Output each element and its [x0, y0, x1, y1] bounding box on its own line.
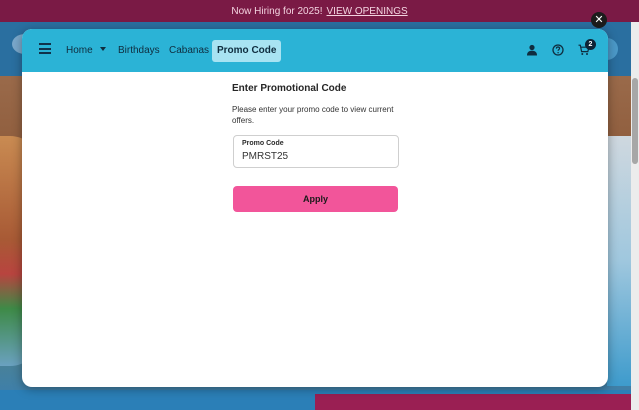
promo-code-value[interactable]: PMRST25: [242, 151, 288, 162]
scrollbar-thumb[interactable]: [632, 78, 638, 164]
nav-item-promo-code[interactable]: Promo Code: [212, 40, 282, 62]
announcement-text: Now Hiring for 2025!: [231, 5, 323, 17]
nav-item-birthdays[interactable]: Birthdays: [118, 41, 160, 60]
promo-code-input[interactable]: Promo Code PMRST25: [233, 135, 399, 168]
promo-title: Enter Promotional Code: [232, 83, 347, 94]
cart-count-badge: 2: [585, 39, 596, 50]
chevron-down-icon: [99, 47, 106, 52]
promo-description: Please enter your promo code to view cur…: [232, 105, 394, 125]
page-scrollbar[interactable]: [631, 22, 639, 410]
background-pink-block: [315, 394, 639, 410]
announcement-bar: Now Hiring for 2025! VIEW OPENINGS: [0, 0, 639, 22]
promo-modal: Home Birthdays Cabanas Promo Code 2 Ente…: [22, 29, 608, 387]
menu-icon[interactable]: [39, 43, 51, 54]
user-icon[interactable]: [526, 44, 538, 56]
nav-item-home[interactable]: Home: [66, 41, 106, 60]
help-icon[interactable]: [552, 44, 564, 56]
view-openings-link[interactable]: VIEW OPENINGS: [327, 6, 408, 17]
close-icon[interactable]: ✕: [591, 12, 607, 28]
modal-nav-bar: Home Birthdays Cabanas Promo Code 2: [22, 29, 608, 72]
promo-code-label: Promo Code: [242, 140, 284, 147]
apply-button[interactable]: Apply: [233, 186, 398, 212]
nav-item-cabanas[interactable]: Cabanas: [169, 41, 209, 60]
nav-item-home-label: Home: [66, 45, 93, 56]
background-bottom-strip: [0, 390, 639, 410]
